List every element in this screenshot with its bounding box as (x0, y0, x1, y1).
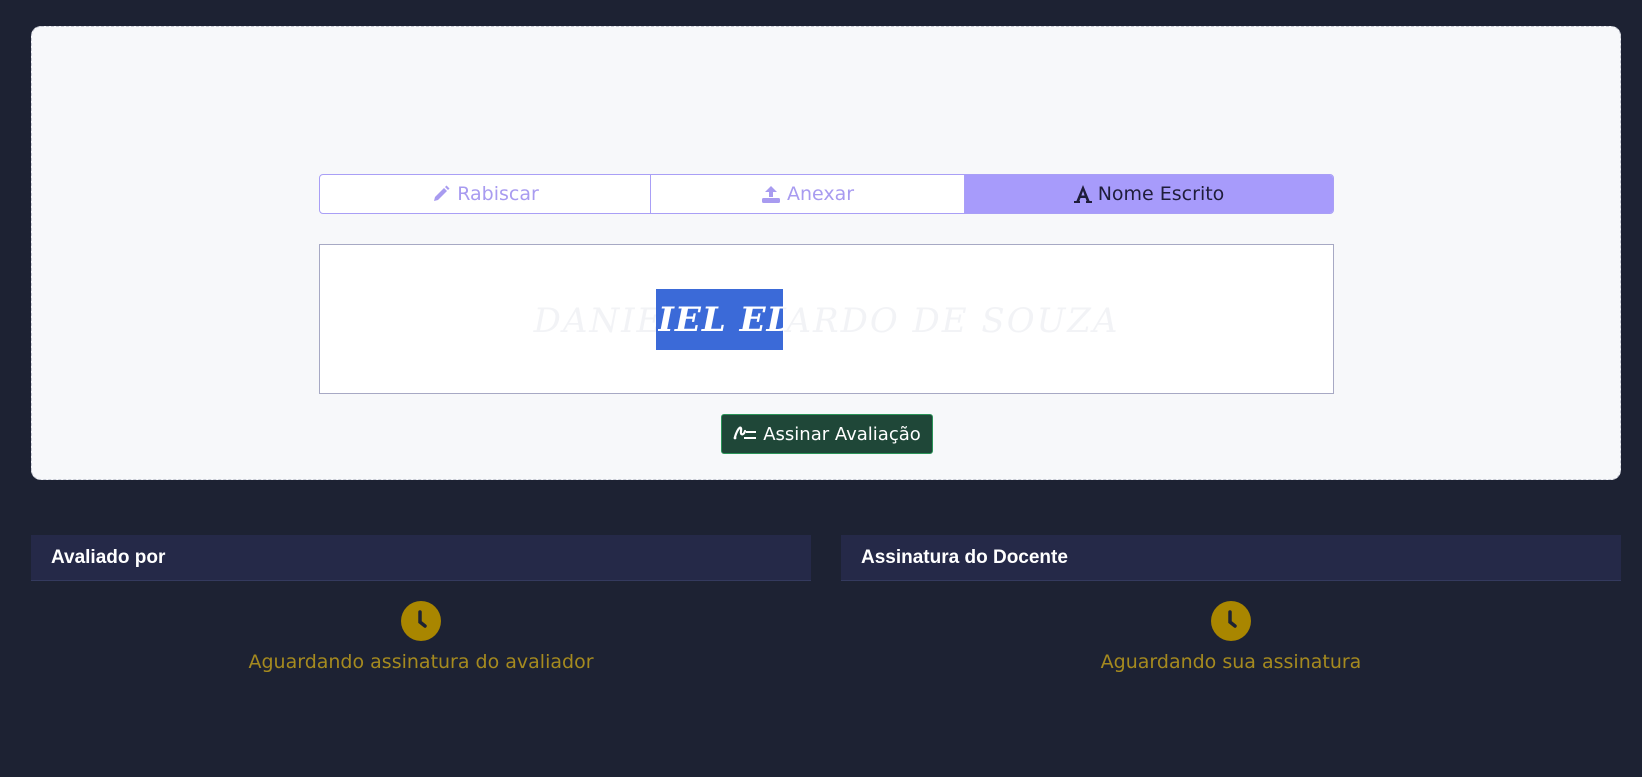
page: Rabiscar Anexar Nome Escrito DANIEL EDUA… (0, 0, 1642, 777)
pencil-icon (431, 184, 451, 204)
evaluator-status: Aguardando assinatura do avaliador (248, 651, 594, 673)
evaluator-panel-title: Avaliado por (31, 535, 811, 581)
evaluator-panel: Avaliado por Aguardando assinatura do av… (31, 535, 811, 685)
tab-draw[interactable]: Rabiscar (320, 175, 650, 213)
tab-attach-label: Anexar (786, 183, 855, 205)
tab-typed-name[interactable]: Nome Escrito (964, 175, 1333, 213)
upload-icon (761, 184, 781, 204)
typed-signature-area[interactable]: DANIEL EDUARDO DE SOUZA (319, 244, 1334, 394)
signature-icon (733, 423, 757, 446)
clock-icon (1211, 601, 1251, 641)
tab-typed-name-label: Nome Escrito (1097, 183, 1225, 205)
typed-signature-input[interactable] (656, 289, 783, 350)
teacher-status: Aguardando sua assinatura (1100, 651, 1362, 673)
tab-attach[interactable]: Anexar (650, 175, 964, 213)
signature-mode-tabs: Rabiscar Anexar Nome Escrito (319, 174, 1334, 214)
sign-evaluation-button[interactable]: Assinar Avaliação (721, 414, 933, 454)
sign-evaluation-label: Assinar Avaliação (763, 423, 921, 445)
teacher-panel-title: Assinatura do Docente (841, 535, 1621, 581)
font-icon (1073, 184, 1092, 204)
typed-signature-preview: DANIEL EDUARDO DE SOUZA (533, 301, 1120, 341)
teacher-signature-panel: Assinatura do Docente Aguardando sua ass… (841, 535, 1621, 685)
signature-card: Rabiscar Anexar Nome Escrito DANIEL EDUA… (31, 26, 1621, 480)
tab-draw-label: Rabiscar (457, 183, 539, 205)
clock-icon (401, 601, 441, 641)
